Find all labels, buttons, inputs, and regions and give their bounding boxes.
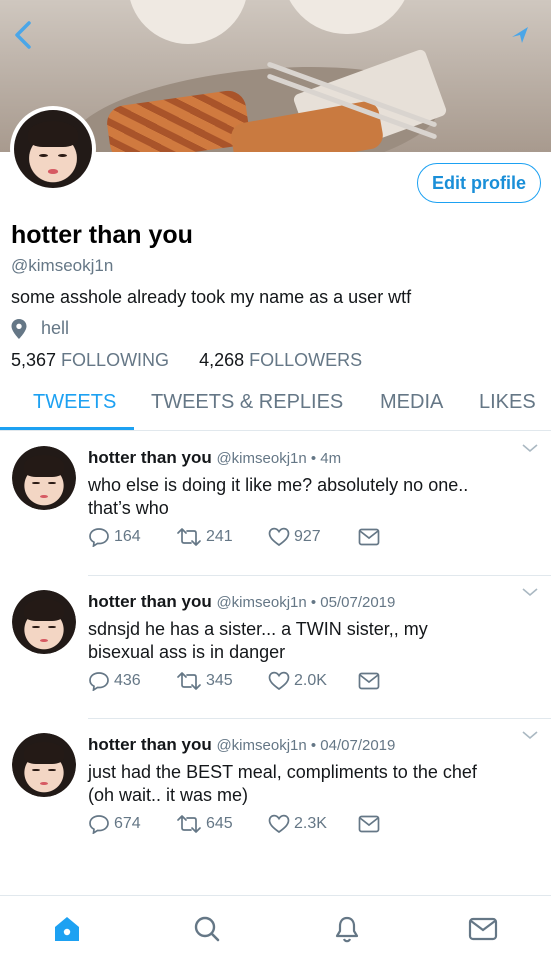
retweet-count: 345 [206, 672, 233, 689]
like-button[interactable]: 927 [268, 527, 358, 547]
search-icon [194, 916, 220, 942]
back-chevron-icon [15, 21, 31, 49]
tab-tweets[interactable]: TWEETS [33, 388, 116, 431]
tweet-author-name[interactable]: hotter than you [88, 592, 212, 611]
chevron-down-icon[interactable] [521, 442, 539, 454]
tweet-author-name[interactable]: hotter than you [88, 448, 212, 467]
like-count: 2.3K [294, 815, 327, 832]
mail-icon [468, 917, 498, 941]
tweet-avatar[interactable] [12, 446, 76, 510]
dm-button[interactable] [358, 528, 384, 546]
profile-tabs: TWEETS TWEETS & REPLIES MEDIA LIKES [0, 388, 551, 431]
reply-icon [89, 528, 109, 547]
tweet-text-line: who else is doing it like me? absolutely… [88, 475, 469, 495]
reply-button[interactable]: 436 [88, 671, 176, 691]
following-link[interactable]: 5,367 FOLLOWING [11, 350, 169, 371]
followers-label: FOLLOWERS [249, 350, 363, 370]
tweet-author-name[interactable]: hotter than you [88, 735, 212, 754]
tweet-item[interactable]: hotter than you @kimseokj1n • 4m who els… [0, 432, 551, 575]
share-icon [512, 27, 528, 43]
like-count: 2.0K [294, 672, 327, 689]
profile-location: hell [11, 318, 69, 339]
tab-tweets-replies[interactable]: TWEETS & REPLIES [151, 388, 343, 431]
like-button[interactable]: 2.0K [268, 671, 358, 691]
dm-button[interactable] [358, 672, 384, 690]
location-text: hell [41, 318, 70, 338]
tweet-text-line: just had the BEST meal, compliments to t… [88, 762, 477, 782]
chevron-down-icon[interactable] [521, 729, 539, 741]
following-count: 5,367 [11, 350, 57, 370]
profile-bio: some asshole already took my name as a u… [11, 287, 412, 307]
tweet-meta: @kimseokj1n • 04/07/2019 [216, 737, 396, 754]
edit-profile-button[interactable]: Edit profile [417, 163, 541, 203]
retweet-count: 241 [206, 528, 233, 545]
tweet-avatar[interactable] [12, 590, 76, 654]
reply-count: 164 [114, 528, 141, 545]
tweet-text: just had the BEST meal, compliments to t… [88, 761, 528, 807]
heart-icon [268, 527, 290, 547]
share-button[interactable] [503, 18, 537, 52]
reply-count: 436 [114, 672, 141, 689]
home-tab[interactable] [52, 914, 82, 944]
heart-icon [268, 814, 290, 834]
bottom-tab-bar [0, 895, 551, 961]
tweet-meta: @kimseokj1n • 4m [216, 450, 342, 467]
tweet-meta: @kimseokj1n • 05/07/2019 [216, 594, 396, 611]
retweet-icon [177, 672, 201, 690]
tweet-text: sdnsjd he has a sister... a TWIN sister,… [88, 618, 528, 664]
following-label: FOLLOWING [61, 350, 170, 370]
dm-button[interactable] [358, 815, 384, 833]
reply-count: 674 [114, 815, 141, 832]
retweet-button[interactable]: 345 [176, 671, 268, 691]
retweet-icon [177, 815, 201, 833]
tabs-divider [0, 430, 551, 431]
envelope-icon [358, 815, 380, 833]
followers-link[interactable]: 4,268 FOLLOWERS [199, 350, 362, 371]
chevron-down-icon[interactable] [521, 586, 539, 598]
tweet-text-line: bisexual ass is in danger [88, 642, 286, 662]
like-button[interactable]: 2.3K [268, 814, 358, 834]
tweet-text: who else is doing it like me? absolutely… [88, 474, 528, 520]
retweet-button[interactable]: 645 [176, 814, 268, 834]
envelope-icon [358, 672, 380, 690]
tweet-item[interactable]: hotter than you @kimseokj1n • 05/07/2019… [0, 576, 551, 719]
home-icon [55, 917, 79, 941]
profile-avatar[interactable] [10, 106, 96, 192]
retweet-icon [177, 528, 201, 546]
tweet-header: hotter than you @kimseokj1n • 04/07/2019 [88, 735, 395, 755]
tweet-actions: 674 645 2.3K [88, 814, 384, 834]
back-button[interactable] [6, 18, 40, 52]
tweet-actions: 164 241 927 [88, 527, 384, 547]
location-pin-icon [11, 318, 27, 339]
retweet-button[interactable]: 241 [176, 527, 268, 547]
reply-button[interactable]: 674 [88, 814, 176, 834]
follow-counts: 5,367 FOLLOWING 4,268 FOLLOWERS [11, 350, 362, 371]
followers-count: 4,268 [199, 350, 245, 370]
profile-handle: @kimseokj1n [11, 256, 114, 275]
tab-media[interactable]: MEDIA [380, 388, 443, 431]
like-count: 927 [294, 528, 321, 545]
tweet-text-line: that’s who [88, 498, 169, 518]
tweet-avatar[interactable] [12, 733, 76, 797]
tweet-actions: 436 345 2.0K [88, 671, 384, 691]
messages-tab[interactable] [468, 914, 498, 944]
search-tab[interactable] [192, 914, 222, 944]
tweet-header: hotter than you @kimseokj1n • 4m [88, 448, 341, 468]
retweet-count: 645 [206, 815, 233, 832]
tweet-header: hotter than you @kimseokj1n • 05/07/2019 [88, 592, 395, 612]
reply-icon [89, 672, 109, 691]
notifications-tab[interactable] [332, 914, 362, 944]
reply-button[interactable]: 164 [88, 527, 176, 547]
heart-icon [268, 671, 290, 691]
tab-likes[interactable]: LIKES [479, 388, 536, 431]
bell-icon [335, 916, 359, 943]
tweet-text-line: (oh wait.. it was me) [88, 785, 249, 805]
reply-icon [89, 815, 109, 834]
tweet-item[interactable]: hotter than you @kimseokj1n • 04/07/2019… [0, 719, 551, 862]
tweet-text-line: sdnsjd he has a sister... a TWIN sister,… [88, 619, 428, 639]
envelope-icon [358, 528, 380, 546]
display-name: hotter than you [11, 221, 193, 249]
